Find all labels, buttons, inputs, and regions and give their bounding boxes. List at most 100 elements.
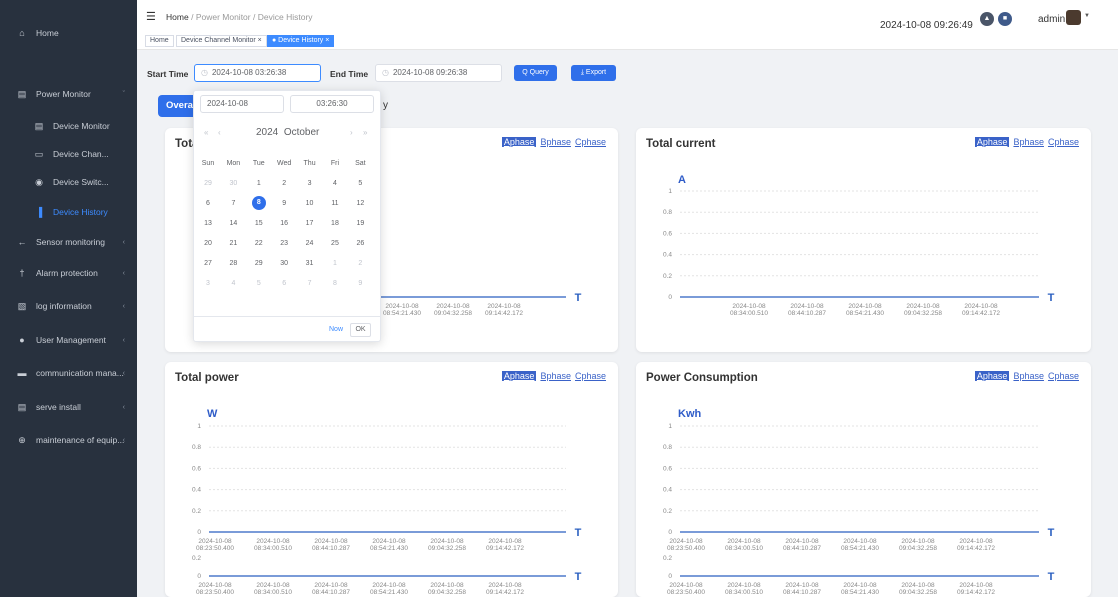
chart-svg: 10.80.60.40.20 T2024-10-0808:23:50.400202… xyxy=(192,423,582,596)
calendar-day[interactable]: 29 xyxy=(198,180,218,187)
calendar-day[interactable]: 18 xyxy=(325,220,345,227)
next-month-icon[interactable]: › xyxy=(350,128,353,137)
picker-time-input[interactable]: 03:26:30 xyxy=(290,95,374,113)
breadcrumb-power-monitor[interactable]: Power Monitor xyxy=(196,12,251,22)
calendar-day[interactable]: 6 xyxy=(198,200,218,207)
calendar-day[interactable]: 24 xyxy=(300,240,320,247)
calendar-day[interactable]: 1 xyxy=(325,260,345,267)
calendar-day[interactable]: 4 xyxy=(223,280,243,287)
calendar-day[interactable]: 15 xyxy=(249,220,269,227)
tag-device-history[interactable]: ● Device History × xyxy=(267,35,335,47)
message-icon[interactable]: ■ xyxy=(998,12,1012,26)
sidebar-item-home[interactable]: ⌂ Home xyxy=(0,23,137,43)
user-name[interactable]: admin xyxy=(1038,14,1065,25)
calendar-day[interactable]: 13 xyxy=(198,220,218,227)
x-tick-time: 09:14:42.172 xyxy=(486,545,524,552)
picker-year[interactable]: 2024 xyxy=(256,127,278,138)
calendar-day[interactable]: 30 xyxy=(223,180,243,187)
y-tick-label: 0 xyxy=(668,573,672,580)
next-year-icon[interactable]: » xyxy=(363,128,367,137)
sidebar-item-device-monitor[interactable]: ▤ Device Monitor xyxy=(0,116,137,136)
calendar-day[interactable]: 1 xyxy=(249,180,269,187)
log-icon: ▧ xyxy=(17,300,27,311)
calendar-day[interactable]: 17 xyxy=(300,220,320,227)
calendar-week: 27 28 29 30 31 1 2 xyxy=(198,253,378,273)
prev-month-icon[interactable]: ‹ xyxy=(218,128,221,137)
picker-date-input[interactable]: 2024-10-08 xyxy=(200,95,284,113)
end-time-value: 2024-10-08 09:26:38 xyxy=(392,68,468,77)
calendar-day[interactable]: 10 xyxy=(300,200,320,207)
calendar-day[interactable]: 3 xyxy=(198,280,218,287)
sidebar-item-communication-mana[interactable]: ▬ communication mana... ‹ xyxy=(0,363,137,383)
sidebar-item-device-switc[interactable]: ◉ Device Switc... xyxy=(0,172,137,192)
sidebar-item-label: Device Chan... xyxy=(53,149,109,159)
bar-chart-icon: ▐ xyxy=(35,207,43,217)
calendar-day[interactable]: 12 xyxy=(350,200,370,207)
calendar-week: 29 30 1 2 3 4 5 xyxy=(198,173,378,193)
tag-home[interactable]: Home xyxy=(145,35,174,47)
chevron-icon: ‹ xyxy=(122,302,125,310)
calendar-day[interactable]: 2 xyxy=(350,260,370,267)
x-tick-date: 2024-10-08 xyxy=(488,538,522,545)
sidebar-item-device-history[interactable]: ▐ Device History xyxy=(0,202,137,222)
calendar-day[interactable]: 4 xyxy=(325,180,345,187)
calendar-day[interactable]: 23 xyxy=(274,240,294,247)
sidebar-item-serve-install[interactable]: ▤ serve install ‹ xyxy=(0,397,137,417)
sidebar-item-maintenance-of-equip[interactable]: ⊕ maintenance of equip... ‹ xyxy=(0,430,137,450)
prev-year-icon[interactable]: « xyxy=(204,128,208,137)
calendar-day[interactable]: 22 xyxy=(249,240,269,247)
calendar-day[interactable]: 9 xyxy=(274,200,294,207)
calendar-day[interactable]: 21 xyxy=(223,240,243,247)
now-button[interactable]: Now xyxy=(329,326,343,333)
end-time-input[interactable]: ◷ 2024-10-08 09:26:38 xyxy=(375,64,502,82)
calendar-day[interactable]: 26 xyxy=(350,240,370,247)
x-tick-date: 2024-10-08 xyxy=(385,303,419,310)
calendar-day[interactable]: 2 xyxy=(274,180,294,187)
calendar-day[interactable]: 29 xyxy=(249,260,269,267)
ok-button[interactable]: OK xyxy=(350,323,371,337)
calendar-day[interactable]: 8 xyxy=(325,280,345,287)
sidebar-item-log-information[interactable]: ▧ log information ‹ xyxy=(0,296,137,316)
calendar-day[interactable]: 14 xyxy=(223,220,243,227)
x-tick-date: 2024-10-08 xyxy=(785,538,819,545)
weekday-row: Sun Mon Tue Wed Thu Fri Sat xyxy=(198,153,378,173)
start-time-input[interactable]: ◷ 2024-10-08 03:26:38 xyxy=(194,64,321,82)
calendar-day[interactable]: 16 xyxy=(274,220,294,227)
calendar-day[interactable]: 7 xyxy=(300,280,320,287)
x-tick-time: 09:04:32.258 xyxy=(428,545,466,552)
avatar[interactable] xyxy=(1066,10,1081,25)
alarm-icon: † xyxy=(19,268,25,278)
sidebar-item-device-chan[interactable]: ▭ Device Chan... xyxy=(0,144,137,164)
sidebar-item-alarm-protection[interactable]: † Alarm protection ‹ xyxy=(0,263,137,283)
calendar-day[interactable]: 9 xyxy=(350,280,370,287)
calendar-day[interactable]: 19 xyxy=(350,220,370,227)
calendar-day[interactable]: 3 xyxy=(300,180,320,187)
sidebar-item-sensor-monitoring[interactable]: ← Sensor monitoring ‹ xyxy=(0,232,137,252)
x-tick-time: 08:23:50.400 xyxy=(196,545,234,552)
calendar-day[interactable]: 31 xyxy=(300,260,320,267)
calendar-day[interactable]: 5 xyxy=(249,280,269,287)
calendar-day[interactable]: 28 xyxy=(223,260,243,267)
query-button[interactable]: Q Query xyxy=(514,65,557,81)
calendar-day[interactable]: 27 xyxy=(198,260,218,267)
calendar-day[interactable]: 25 xyxy=(325,240,345,247)
calendar-day[interactable]: 20 xyxy=(198,240,218,247)
menu-fold-icon[interactable]: ☰ xyxy=(146,10,156,23)
breadcrumb-home[interactable]: Home xyxy=(166,12,189,22)
notification-icon[interactable]: ▲ xyxy=(980,12,994,26)
chevron-icon: ‹ xyxy=(122,336,125,344)
calendar-day[interactable]: 7 xyxy=(223,200,243,207)
tag-device-channel-monitor[interactable]: Device Channel Monitor × xyxy=(176,35,267,47)
export-button[interactable]: ⤓ Export xyxy=(571,65,616,81)
calendar-day[interactable]: 30 xyxy=(274,260,294,267)
chevron-down-icon[interactable]: ▼ xyxy=(1084,13,1090,19)
calendar-day-selected[interactable]: 8 xyxy=(249,196,269,210)
y-tick-label: 1 xyxy=(668,188,672,195)
sidebar-item-user-management[interactable]: ● User Management ‹ xyxy=(0,330,137,350)
picker-month[interactable]: October xyxy=(284,127,320,138)
calendar-day[interactable]: 6 xyxy=(274,280,294,287)
calendar-day[interactable]: 5 xyxy=(350,180,370,187)
calendar-day[interactable]: 11 xyxy=(325,200,345,207)
sidebar-item-power-monitor[interactable]: ▤ Power Monitor ˇ xyxy=(0,84,137,104)
tab-history[interactable]: y xyxy=(383,100,388,111)
